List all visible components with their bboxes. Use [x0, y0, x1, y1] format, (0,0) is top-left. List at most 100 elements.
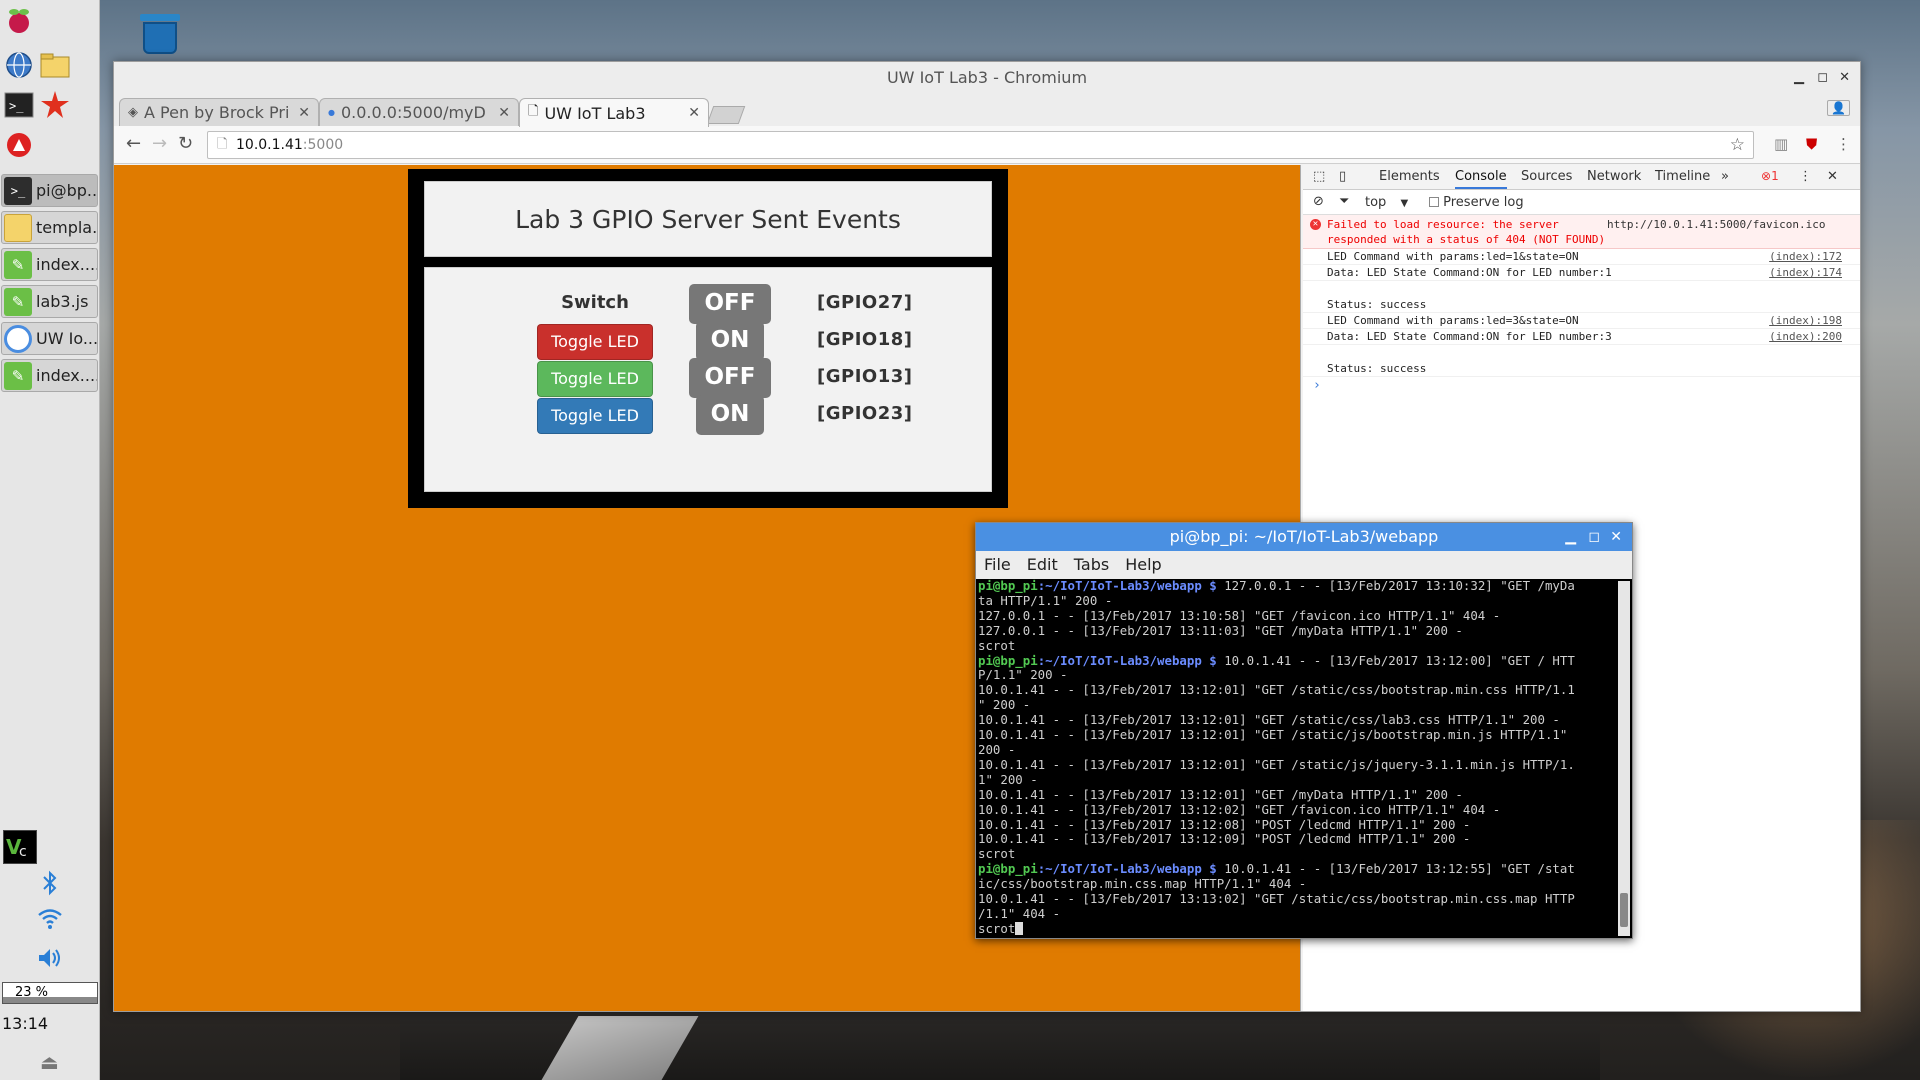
taskbar-item-lab3js[interactable]: ✎ lab3.js [1, 285, 98, 318]
log-text: Status: success [1327, 298, 1427, 311]
minimize-icon[interactable]: ▁ [1565, 523, 1576, 551]
wolfram-icon[interactable] [2, 128, 36, 162]
maximize-icon[interactable]: ◻ [1588, 523, 1600, 551]
svg-text:>_: >_ [9, 99, 24, 113]
inspect-element-icon[interactable]: ⬚ [1313, 169, 1325, 184]
address-bar[interactable]: 🗋 10.0.1.41:5000 ☆ [207, 131, 1754, 159]
filter-icon[interactable]: ⏷ [1339, 194, 1349, 209]
gpio-panel: Switch OFF [GPIO27] Toggle LED ON [GPIO1… [424, 267, 992, 492]
window-titlebar[interactable]: UW IoT Lab3 - Chromium ▁ ◻ ✕ [114, 62, 1860, 94]
toggle-led-gpio18-button[interactable]: Toggle LED [537, 324, 653, 360]
terminal-line-text: 10.0.1.41 - - [13/Feb/2017 13:12:08] "PO… [978, 816, 1471, 832]
tab-lab3[interactable]: 🗋 UW IoT Lab3 ✕ [519, 98, 709, 127]
close-tab-icon[interactable]: ✕ [298, 105, 310, 121]
tab-sources[interactable]: Sources [1521, 169, 1572, 184]
page-info-icon[interactable]: 🗋 [217, 132, 227, 158]
folder-icon [4, 213, 32, 242]
raspberry-menu-icon[interactable] [2, 4, 36, 38]
terminal-line: scrot [978, 638, 1618, 654]
close-tab-icon[interactable]: ✕ [498, 105, 510, 121]
ublock-icon[interactable]: ⛊ [1806, 135, 1817, 153]
terminal-line: P/1.1" 200 - [978, 667, 1618, 683]
devtools-close-icon[interactable]: ✕ [1827, 169, 1838, 184]
terminal-line-text: 10.0.1.41 - - [13/Feb/2017 13:12:00] "GE… [1216, 652, 1575, 668]
bluetooth-icon[interactable] [0, 870, 100, 896]
mathematica-icon[interactable] [38, 88, 72, 122]
scrollbar-thumb[interactable] [1620, 893, 1628, 927]
menu-edit[interactable]: Edit [1027, 551, 1058, 579]
menu-help[interactable]: Help [1125, 551, 1161, 579]
gpio-label: [GPIO27] [817, 292, 913, 313]
eject-icon[interactable]: ⏏ [40, 1050, 59, 1074]
console-toolbar: ⊘ ⏷ top ▼ Preserve log [1303, 190, 1860, 215]
clear-console-icon[interactable]: ⊘ [1313, 194, 1324, 209]
more-tabs-icon[interactable]: » [1721, 169, 1729, 184]
terminal-line: 200 - [978, 742, 1618, 758]
profile-icon[interactable]: 👤 [1827, 100, 1850, 116]
taskbar-item-index-1[interactable]: ✎ index.... [1, 248, 98, 281]
terminal-titlebar[interactable]: pi@bp_pi: ~/IoT/IoT-Lab3/webapp ▁ ◻ ✕ [976, 523, 1632, 551]
terminal-line: 10.0.1.41 - - [13/Feb/2017 13:12:01] "GE… [978, 682, 1618, 698]
close-icon[interactable]: ✕ [1839, 62, 1850, 94]
taskbar-item-terminal[interactable]: >_ pi@bp... [1, 174, 98, 207]
toggle-led-gpio23-button[interactable]: Toggle LED [537, 398, 653, 434]
tab-elements[interactable]: Elements [1379, 169, 1440, 184]
terminal-icon[interactable]: >_ [2, 88, 36, 122]
terminal-line-text: /1.1" 404 - [978, 905, 1061, 921]
preserve-log-checkbox[interactable]: Preserve log [1429, 195, 1524, 210]
tab-mydata[interactable]: ● 0.0.0.0:5000/myD ✕ [319, 98, 519, 126]
log-text: LED Command with params:led=3&state=ON [1327, 314, 1579, 327]
error-url[interactable]: http://10.0.1.41:5000/favicon.ico [1607, 217, 1826, 232]
new-tab-button[interactable] [706, 106, 746, 124]
taskbar-item-index-2[interactable]: ✎ index.... [1, 359, 98, 392]
tab-console[interactable]: Console [1455, 169, 1507, 189]
error-count-badge[interactable]: ⊗1 [1761, 169, 1779, 183]
tab-codepen[interactable]: ◈ A Pen by Brock Pri ✕ [119, 98, 319, 126]
prompt-path: :~/IoT/IoT-Lab3/webapp $ [1037, 579, 1217, 593]
back-icon[interactable]: ← [126, 133, 141, 154]
terminal-line: scrot [978, 846, 1618, 862]
terminal-line-text: 10.0.1.41 - - [13/Feb/2017 13:12:09] "PO… [978, 831, 1471, 847]
clock[interactable]: 13:14 [2, 1014, 48, 1033]
menu-tabs[interactable]: Tabs [1074, 551, 1109, 579]
terminal-output[interactable]: pi@bp_pi:~/IoT/IoT-Lab3/webapp $ 127.0.0… [978, 579, 1618, 938]
reload-icon[interactable]: ↻ [178, 133, 193, 154]
trash-icon[interactable] [138, 10, 182, 56]
log-source-link[interactable]: (index):198 [1769, 313, 1842, 329]
browser-menu-icon[interactable]: ⋮ [1836, 135, 1851, 153]
web-browser-icon[interactable] [2, 48, 36, 82]
close-icon[interactable]: ✕ [1610, 523, 1622, 551]
extension-icon[interactable]: ▥ [1774, 135, 1788, 153]
wifi-icon[interactable] [0, 906, 100, 930]
device-mode-icon[interactable]: ▯ [1339, 169, 1346, 184]
vnc-icon[interactable]: Vc [3, 830, 37, 864]
terminal-scrollbar[interactable] [1618, 581, 1630, 936]
switch-state-badge: OFF [689, 284, 771, 324]
toggle-led-gpio13-button[interactable]: Toggle LED [537, 361, 653, 397]
menu-file[interactable]: File [984, 551, 1011, 579]
tab-timeline[interactable]: Timeline [1655, 169, 1710, 184]
log-source-link[interactable]: (index):200 [1769, 329, 1842, 345]
devtools-menu-icon[interactable]: ⋮ [1799, 169, 1812, 184]
text-editor-icon: ✎ [4, 287, 32, 316]
tab-network[interactable]: Network [1587, 169, 1641, 184]
bookmark-star-icon[interactable]: ☆ [1730, 132, 1745, 158]
maximize-icon[interactable]: ◻ [1817, 62, 1828, 94]
forward-icon[interactable]: → [152, 133, 167, 154]
log-source-link[interactable]: (index):172 [1769, 249, 1842, 265]
minimize-icon[interactable]: ▁ [1794, 62, 1804, 94]
preserve-log-label: Preserve log [1443, 195, 1524, 210]
taskbar-item-chromium[interactable]: UW Io... [1, 322, 98, 355]
console-prompt[interactable]: › [1303, 377, 1860, 395]
context-selector[interactable]: top ▼ [1365, 195, 1408, 210]
log-text: Data: LED State Command:ON for LED numbe… [1327, 330, 1612, 343]
close-tab-icon[interactable]: ✕ [688, 105, 700, 121]
page-icon: ● [328, 108, 335, 117]
taskbar-item-templates[interactable]: templa... [1, 211, 98, 244]
terminal-line: 127.0.0.1 - - [13/Feb/2017 13:10:58] "GE… [978, 608, 1618, 624]
log-source-link[interactable]: (index):174 [1769, 265, 1842, 281]
volume-icon[interactable] [0, 946, 100, 970]
file-manager-icon[interactable] [38, 48, 72, 82]
prompt-path: :~/IoT/IoT-Lab3/webapp $ [1037, 652, 1217, 668]
tab-label: UW IoT Lab3 [544, 103, 646, 123]
